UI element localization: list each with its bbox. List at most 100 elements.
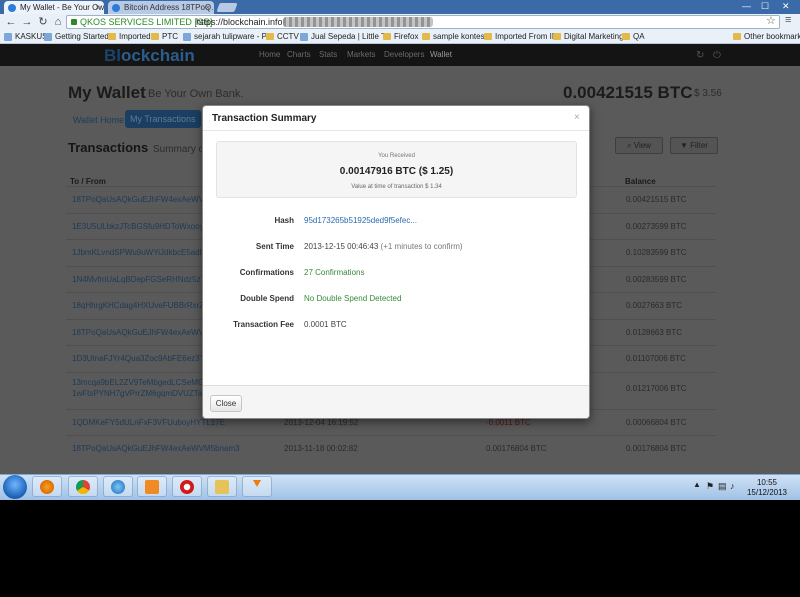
tx-balance: 0.00273599 BTC bbox=[626, 221, 687, 231]
hash-link[interactable]: 95d173265b51925ded9f5efec... bbox=[304, 216, 417, 225]
maximize-button[interactable]: ☐ bbox=[761, 1, 769, 12]
received-summary: You Received 0.00147916 BTC ($ 1.25) Val… bbox=[216, 141, 577, 198]
volume-icon[interactable]: ♪ bbox=[730, 481, 735, 491]
nav-stats[interactable]: Stats bbox=[319, 50, 337, 59]
flag-icon[interactable]: ⚑ bbox=[706, 481, 714, 492]
bookmark-jual-sepeda[interactable]: Jual Sepeda | Little T... bbox=[300, 31, 392, 43]
start-button[interactable] bbox=[3, 475, 27, 499]
page-icon bbox=[300, 33, 308, 41]
transaction-fee-label: Transaction Fee bbox=[233, 320, 294, 329]
close-button[interactable]: Close bbox=[210, 395, 242, 412]
bookmark-getting-started[interactable]: Getting Started bbox=[44, 31, 109, 43]
folder-icon bbox=[422, 33, 430, 40]
clock-time[interactable]: 10:55 bbox=[742, 478, 792, 487]
page-icon bbox=[4, 33, 12, 41]
tab-my-transactions[interactable]: My Transactions bbox=[125, 110, 201, 128]
new-tab-button[interactable] bbox=[216, 3, 238, 12]
nav-home[interactable]: Home bbox=[259, 50, 280, 59]
browser-tab-address[interactable]: Bitcoin Address 18TPoQ... × bbox=[108, 1, 214, 14]
url-text[interactable]: https://blockchain.info bbox=[196, 16, 283, 28]
forward-arrow-icon[interactable]: → bbox=[20, 14, 34, 30]
power-icon[interactable]: ⏻ bbox=[713, 50, 721, 61]
tx-address: 18TPoQaUsAQkGuEJhFW4exAeWVM5 bbox=[72, 195, 216, 204]
folder-icon bbox=[266, 33, 274, 40]
nav-developers[interactable]: Developers bbox=[384, 50, 424, 59]
taskbar-ie[interactable] bbox=[103, 476, 133, 497]
refresh-icon[interactable]: ↻ bbox=[696, 50, 704, 61]
bookmark-qa[interactable]: QA bbox=[622, 31, 645, 43]
tx-address: 1QDMKeFY5dULnFxF3VFUuboyHYTL17E bbox=[72, 417, 225, 427]
network-icon[interactable]: ▤ bbox=[718, 481, 727, 492]
tx-balance: 0.0128663 BTC bbox=[626, 327, 683, 337]
blockchain-favicon-icon bbox=[8, 4, 16, 12]
tx-address: 18qHhrgKHCdag4HXUveFUBBrRxrZ8bV bbox=[72, 301, 219, 310]
nav-charts[interactable]: Charts bbox=[287, 50, 311, 59]
taskbar-chrome[interactable] bbox=[68, 476, 98, 497]
sent-time-value: 2013-12-15 00:46:43 (+1 minutes to confi… bbox=[304, 242, 463, 251]
minimize-button[interactable]: — bbox=[742, 1, 751, 11]
bookmark-kaskus[interactable]: KASKUS bbox=[4, 31, 47, 43]
folder-icon bbox=[151, 33, 159, 40]
bookmark-digital-marketing[interactable]: Digital Marketing bbox=[553, 31, 624, 43]
bookmark-imported-ie[interactable]: Imported From IE bbox=[484, 31, 557, 43]
tx-date: 2013-11-18 00:02:82 bbox=[284, 444, 358, 453]
wallet-balance-btc: 0.00421515 BTC bbox=[563, 83, 693, 102]
wallet-subtitle: Be Your Own Bank. bbox=[148, 88, 244, 100]
clock-date[interactable]: 15/12/2013 bbox=[742, 488, 792, 497]
double-spend-label: Double Spend bbox=[240, 294, 294, 303]
filter-button[interactable]: ▼ Filter bbox=[670, 137, 718, 154]
close-icon[interactable]: × bbox=[574, 112, 580, 123]
tx-address: 1E3U5ULbkzJTcBGSfu9HDToWxooy... bbox=[72, 221, 210, 231]
tab-close-icon[interactable]: × bbox=[95, 1, 100, 14]
tx-address: 13mcqa9bEL2ZV9TeMbgedLCSeMGU bbox=[72, 377, 210, 387]
chrome-icon bbox=[76, 480, 90, 494]
tx-balance: 0.10283599 BTC bbox=[626, 248, 687, 257]
tx-balance: 0.00283599 BTC bbox=[626, 274, 687, 284]
url-redaction bbox=[283, 17, 433, 27]
folder-icon bbox=[383, 33, 391, 40]
taskbar-media-player[interactable] bbox=[137, 476, 167, 497]
table-row[interactable]: 18TPoQaUsAQkGuEJhFW4exAeWVM5bnam3 2013-11… bbox=[66, 435, 716, 462]
received-amount: 0.00147916 BTC ($ 1.25) bbox=[339, 166, 454, 177]
bookmark-star-icon[interactable]: ☆ bbox=[766, 14, 776, 27]
confirm-delay: (+1 minutes to confirm) bbox=[380, 242, 463, 251]
tx-address: 18TPoQaUsAQkGuEJhFW4exAeWVM5 bbox=[72, 327, 216, 337]
other-bookmarks[interactable]: Other bookmarks bbox=[733, 31, 800, 43]
transaction-fee-value: 0.0001 BTC bbox=[304, 320, 347, 329]
bookmark-cctv[interactable]: CCTV bbox=[266, 31, 299, 43]
blockchain-logo[interactable]: Blockchain bbox=[104, 46, 195, 66]
nav-wallet[interactable]: Wallet bbox=[430, 50, 452, 59]
back-arrow-icon[interactable]: ← bbox=[4, 14, 18, 30]
bookmark-firefox[interactable]: Firefox bbox=[383, 31, 418, 43]
sent-time-label: Sent Time bbox=[255, 242, 294, 251]
tab-close-icon[interactable]: × bbox=[205, 1, 210, 14]
tx-balance: 0.00176804 BTC bbox=[626, 444, 687, 453]
transactions-subheading: Summary o bbox=[153, 144, 205, 155]
tray-expand-icon[interactable]: ▲ bbox=[693, 480, 701, 489]
view-button[interactable]: ⌕ View bbox=[615, 137, 663, 154]
taskbar-vlc[interactable] bbox=[242, 476, 272, 497]
home-icon[interactable]: ⌂ bbox=[51, 14, 65, 30]
window-close-button[interactable]: ✕ bbox=[782, 1, 790, 12]
nav-markets[interactable]: Markets bbox=[347, 50, 375, 59]
browser-tab-wallet[interactable]: My Wallet - Be Your Own × bbox=[4, 1, 104, 14]
reload-icon[interactable]: ↻ bbox=[36, 14, 50, 30]
taskbar-opera[interactable] bbox=[172, 476, 202, 497]
bookmark-imported[interactable]: Imported bbox=[108, 31, 151, 43]
wrench-menu-icon[interactable]: ≡ bbox=[785, 14, 791, 26]
taskbar-explorer[interactable] bbox=[207, 476, 237, 497]
tx-balance: 0.01217006 BTC bbox=[626, 383, 687, 393]
folder-icon bbox=[108, 33, 116, 40]
received-label: You Received bbox=[378, 153, 415, 159]
bookmark-sejarah[interactable]: sejarah tulipware - P... bbox=[183, 31, 273, 43]
tab-wallet-home[interactable]: Wallet Home bbox=[68, 112, 129, 128]
bookmark-sample-kontes[interactable]: sample kontes bbox=[422, 31, 485, 43]
vlc-icon bbox=[250, 480, 264, 494]
bookmark-ptc[interactable]: PTC bbox=[151, 31, 178, 43]
taskbar-firefox[interactable] bbox=[32, 476, 62, 497]
hash-label: Hash bbox=[274, 216, 294, 225]
double-spend-value: No Double Spend Detected bbox=[304, 294, 402, 303]
ev-certificate-badge[interactable]: QKOS SERVICES LIMITED [GB] bbox=[70, 16, 212, 28]
transactions-heading: Transactions bbox=[68, 140, 149, 155]
blockchain-favicon-icon bbox=[112, 4, 120, 12]
